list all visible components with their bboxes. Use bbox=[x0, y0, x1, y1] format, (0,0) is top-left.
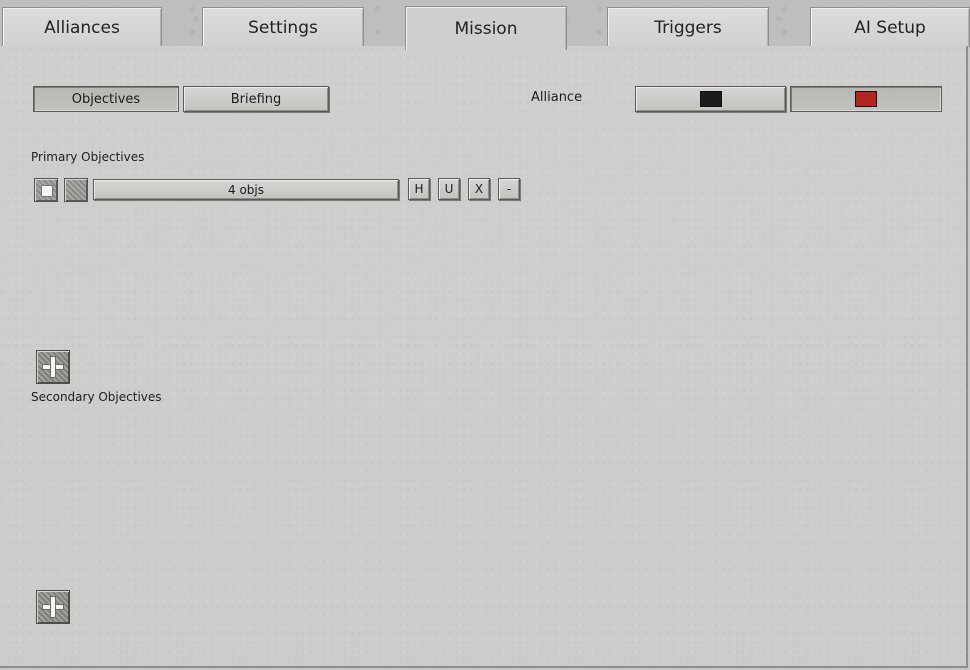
red-color-swatch bbox=[855, 91, 877, 107]
alliance-option-red[interactable] bbox=[790, 86, 942, 112]
alliance-option-black[interactable] bbox=[635, 86, 786, 112]
objective-summary-button[interactable]: 4 objs bbox=[93, 179, 399, 200]
mission-panel: Objectives Briefing Alliance Primary Obj… bbox=[0, 46, 968, 668]
tab-ai-setup[interactable]: AI Setup bbox=[810, 7, 970, 47]
add-secondary-objective-button[interactable] bbox=[36, 590, 70, 624]
objective-u-button[interactable]: U bbox=[438, 178, 460, 200]
objective-remove-button[interactable]: - bbox=[498, 178, 520, 200]
tab-alliances[interactable]: Alliances bbox=[2, 7, 162, 47]
objective-h-button[interactable]: H bbox=[408, 178, 430, 200]
tab-mission[interactable]: Mission bbox=[405, 6, 567, 50]
primary-objectives-heading: Primary Objectives bbox=[31, 150, 145, 164]
objectives-subtab[interactable]: Objectives bbox=[33, 86, 179, 112]
tab-strip: Alliances Settings Mission Triggers AI S… bbox=[0, 0, 970, 50]
objective-checkbox[interactable] bbox=[34, 178, 58, 202]
objective-grate-button[interactable] bbox=[64, 178, 88, 202]
tab-settings[interactable]: Settings bbox=[202, 7, 364, 47]
alliance-label: Alliance bbox=[531, 90, 583, 105]
briefing-subtab[interactable]: Briefing bbox=[183, 86, 329, 112]
secondary-objectives-heading: Secondary Objectives bbox=[31, 390, 162, 404]
checkbox-icon bbox=[41, 185, 53, 197]
black-color-swatch bbox=[699, 91, 722, 107]
tab-triggers[interactable]: Triggers bbox=[607, 7, 769, 47]
add-primary-objective-button[interactable] bbox=[36, 350, 70, 384]
objective-x-button[interactable]: X bbox=[468, 178, 490, 200]
